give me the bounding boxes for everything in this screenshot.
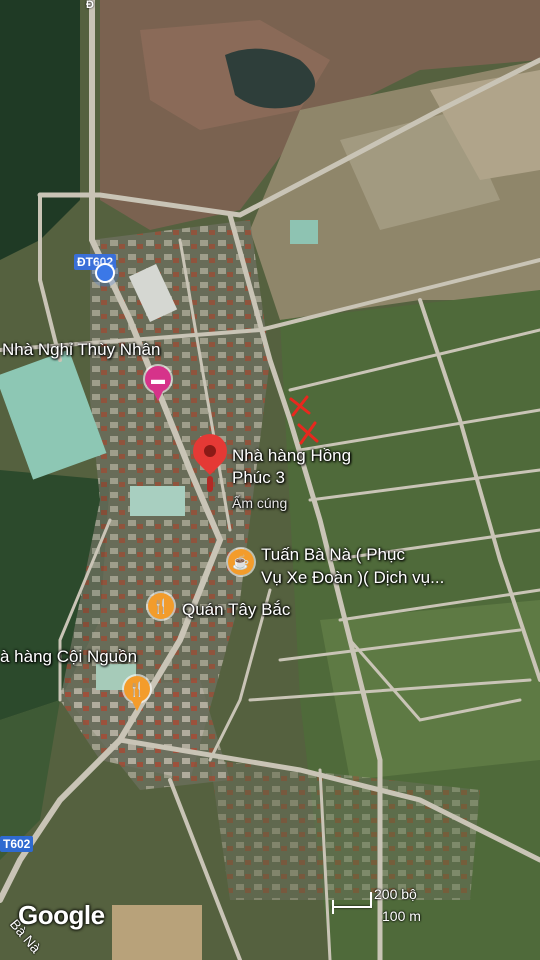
coffee-icon[interactable]: ☕ xyxy=(228,549,254,575)
restaurant-icon[interactable]: 🍴 xyxy=(124,676,150,702)
tuan-ba-na-label-2[interactable]: Vụ Xe Đoàn )( Dịch vụ... xyxy=(261,567,444,589)
scale-bar: 200 bộ 100 m xyxy=(332,886,472,928)
quan-tay-bac-label[interactable]: Quán Tây Bắc xyxy=(182,599,290,621)
coi-nguon-label[interactable]: à hàng Cội Nguồn xyxy=(0,646,137,668)
scale-tick-right xyxy=(370,892,372,908)
road-label-t602: T602 xyxy=(0,836,34,852)
scale-feet: 200 bộ xyxy=(374,886,417,902)
tuan-ba-na-label[interactable]: Tuấn Bà Nà ( Phục xyxy=(261,544,405,566)
scale-meters: 100 m xyxy=(382,908,421,924)
hotel-pin-tail xyxy=(153,391,163,401)
restaurant-icon[interactable]: 🍴 xyxy=(148,593,174,619)
restaurant-main-label[interactable]: Nhà hàng Hồng xyxy=(232,445,351,467)
hotel-icon[interactable]: ▬ xyxy=(145,366,171,392)
google-logo: Google xyxy=(18,900,105,930)
scale-line xyxy=(332,906,372,908)
red-pin-base xyxy=(207,476,213,492)
my-location-icon[interactable] xyxy=(91,259,119,287)
restaurant-main-label-2[interactable]: Phúc 3 xyxy=(232,467,285,489)
hotel-label[interactable]: Nhà Nghỉ Thùy Nhân xyxy=(2,339,160,361)
road-marker-top: Đ xyxy=(86,0,94,11)
restaurant-main-subtitle: Ấm cúng xyxy=(232,495,288,511)
scale-tick-left xyxy=(332,900,334,914)
restaurant-pin-tail xyxy=(132,701,142,711)
